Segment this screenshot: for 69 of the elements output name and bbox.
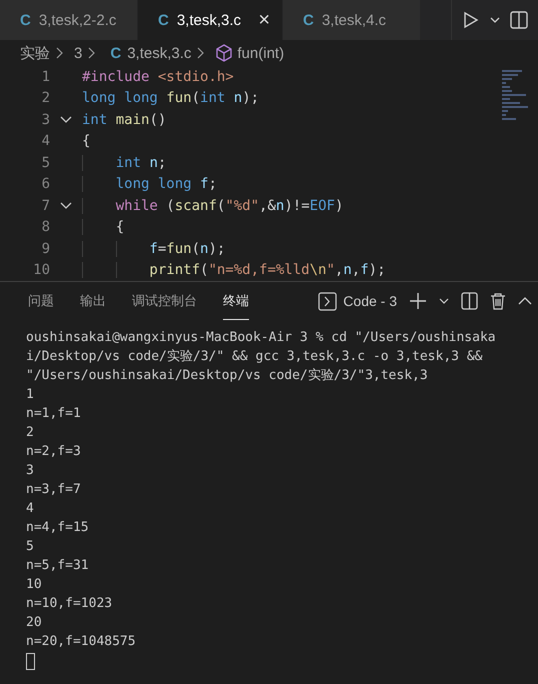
- line-number: 3: [40, 112, 50, 128]
- terminal-line: n=5,f=31: [26, 557, 90, 575]
- terminal-line: 20: [26, 614, 43, 632]
- terminal-line: 4: [26, 500, 35, 518]
- terminal-line: 10: [26, 576, 43, 594]
- line-number: 1: [40, 68, 50, 85]
- editor-tab[interactable]: C 3,tesk,2-2.c: [0, 0, 138, 40]
- chevron-right-icon: [56, 47, 64, 59]
- code-line: {: [82, 133, 90, 150]
- chevron-down-icon[interactable]: [490, 17, 500, 23]
- terminal-line: 1: [26, 386, 35, 404]
- c-file-icon: C: [20, 12, 31, 28]
- code-line: printf("n=%d,f=%lld\n",n,f);: [82, 262, 386, 278]
- line-number: 4: [40, 133, 50, 150]
- c-file-icon: C: [110, 44, 122, 62]
- code-line: while (scanf("%d",&n)!=EOF): [82, 198, 344, 214]
- fold-chevron-icon[interactable]: [60, 116, 72, 124]
- panel-tab[interactable]: 调试控制台: [132, 282, 197, 320]
- line-number: 5: [40, 154, 50, 171]
- chevron-down-icon[interactable]: [439, 298, 449, 304]
- code-line: long long fun(int n);: [82, 90, 260, 106]
- cube-icon: [215, 44, 234, 62]
- terminal-line: oushinsakai@wangxinyus-MacBook-Air 3 % cd "/Users/oushinsakai/Desktop/vs code/实验/3/" && gcc 3,tesk,3.c -o 3,tesk,3 && "/Users/oushinsakai/Desktop/vs code/实验/3/"3,tesk,3: [26, 329, 496, 385]
- code-line: long long f;: [82, 176, 217, 192]
- plus-icon[interactable]: [409, 292, 427, 310]
- code-line: int n;: [82, 154, 166, 171]
- c-file-icon: C: [158, 12, 169, 28]
- line-number: 2: [40, 90, 50, 106]
- split-editor-icon[interactable]: [510, 11, 528, 29]
- code-line: int main(): [82, 112, 166, 128]
- terminal-line: 3: [26, 462, 35, 480]
- breadcrumb-item[interactable]: C 3,tesk,3.c: [106, 44, 192, 62]
- line-number: 6: [40, 176, 50, 192]
- editor-tab[interactable]: C 3,tesk,3.c ×: [138, 0, 283, 40]
- line-number: 10: [32, 262, 50, 278]
- terminal-line: n=3,f=7: [26, 481, 82, 499]
- panel-tab[interactable]: 问题: [28, 282, 54, 320]
- terminal-selector[interactable]: Code - 3: [318, 292, 397, 310]
- terminal-line: n=4,f=15: [26, 519, 90, 537]
- terminal-icon: [318, 292, 338, 310]
- terminal-line: 5: [26, 538, 35, 556]
- chevron-right-icon: [197, 47, 206, 59]
- line-number: 8: [40, 219, 50, 236]
- fold-chevron-icon[interactable]: [60, 202, 72, 210]
- line-number: 7: [40, 198, 50, 214]
- terminal-line: 2: [26, 424, 35, 442]
- split-terminal-icon[interactable]: [461, 292, 478, 310]
- panel-tab[interactable]: 终端: [223, 282, 249, 320]
- breadcrumb-item[interactable]: 实验: [20, 44, 50, 62]
- terminal-line: n=1,f=1: [26, 405, 82, 423]
- terminal-line: n=10,f=1023: [26, 595, 114, 613]
- chevron-up-icon[interactable]: [518, 297, 532, 305]
- run-icon[interactable]: [462, 11, 480, 29]
- code-line: #include <stdio.h>: [82, 68, 234, 85]
- breadcrumb-item[interactable]: 3: [74, 44, 82, 62]
- editor-tab[interactable]: C 3,tesk,4.c: [283, 0, 421, 40]
- close-icon[interactable]: ×: [258, 8, 270, 32]
- code-line: {: [82, 219, 124, 236]
- breadcrumb-item[interactable]: fun(int): [215, 44, 284, 62]
- c-file-icon: C: [303, 12, 314, 28]
- trash-icon[interactable]: [490, 292, 506, 310]
- terminal-cursor: [26, 653, 35, 670]
- chevron-right-icon: [88, 47, 96, 59]
- minimap[interactable]: [502, 68, 530, 120]
- terminal-line: n=2,f=3: [26, 443, 82, 461]
- code-line: f=fun(n);: [82, 240, 226, 257]
- terminal-line: n=20,f=1048575: [26, 633, 137, 651]
- line-number: 9: [40, 240, 50, 257]
- panel-tab[interactable]: 输出: [80, 282, 106, 320]
